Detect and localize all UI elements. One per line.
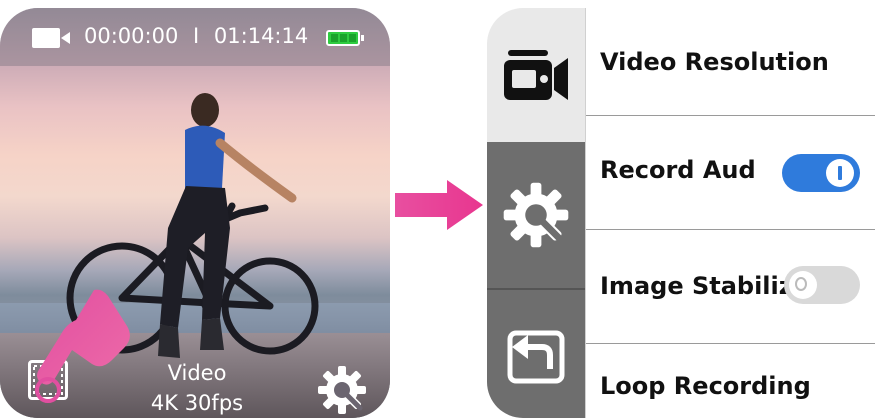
settings-menu-screen: Video Resolution Record Audio Image Stab…: [487, 8, 875, 418]
settings-gear-icon[interactable]: [316, 364, 368, 416]
menu-item-video-resolution[interactable]: Video Resolution: [586, 8, 875, 116]
status-bar: 00:00:00 I 01:14:14: [0, 8, 390, 66]
record-audio-toggle[interactable]: [782, 154, 860, 192]
toggle-on-mark: [838, 166, 842, 180]
mode-setting: 4K 30fps: [150, 391, 244, 415]
toggle-knob: [826, 159, 854, 187]
toggle-off-mark: [795, 277, 807, 291]
battery-icon: [326, 30, 364, 46]
menu-item-record-audio[interactable]: Record Audio: [586, 116, 875, 230]
video-camera-icon: [32, 28, 60, 48]
settings-gear-icon: [503, 182, 569, 248]
remaining-time: 01:14:14: [213, 24, 309, 48]
mode-name: Video: [167, 361, 227, 385]
time-separator: I: [193, 24, 200, 48]
menu-item-loop-recording[interactable]: Loop Recording: [586, 344, 875, 418]
recording-time: 00:00:00: [84, 24, 179, 48]
camera-preview-screen: 00:00:00 I 01:14:14 Video 4K 30fps: [0, 8, 390, 418]
rail-video-tab[interactable]: [487, 8, 585, 142]
video-camera-lens-icon: [61, 32, 70, 44]
video-camera-icon: [504, 50, 568, 100]
transition-arrow-icon: [395, 180, 483, 230]
pointing-hand-icon: [35, 289, 130, 403]
recording-timer: 00:00:00 I 01:14:14: [84, 24, 308, 48]
back-arrow-icon: [507, 330, 565, 384]
toggle-knob: [789, 271, 817, 299]
image-stabilization-toggle[interactable]: [784, 266, 860, 304]
capture-mode-button[interactable]: Video 4K 30fps: [142, 358, 252, 418]
rail-settings-tab[interactable]: [487, 142, 585, 288]
menu-item-label: Image Stabilization: [600, 272, 790, 300]
menu-item-label: Loop Recording: [600, 372, 811, 400]
menu-category-rail: [487, 8, 585, 418]
menu-item-label: Record Audio: [600, 156, 755, 184]
rail-back-tab[interactable]: [487, 288, 585, 418]
menu-item-label: Video Resolution: [600, 48, 829, 76]
settings-list: Video Resolution Record Audio Image Stab…: [585, 8, 875, 418]
menu-item-image-stabilization[interactable]: Image Stabilization: [586, 230, 875, 344]
